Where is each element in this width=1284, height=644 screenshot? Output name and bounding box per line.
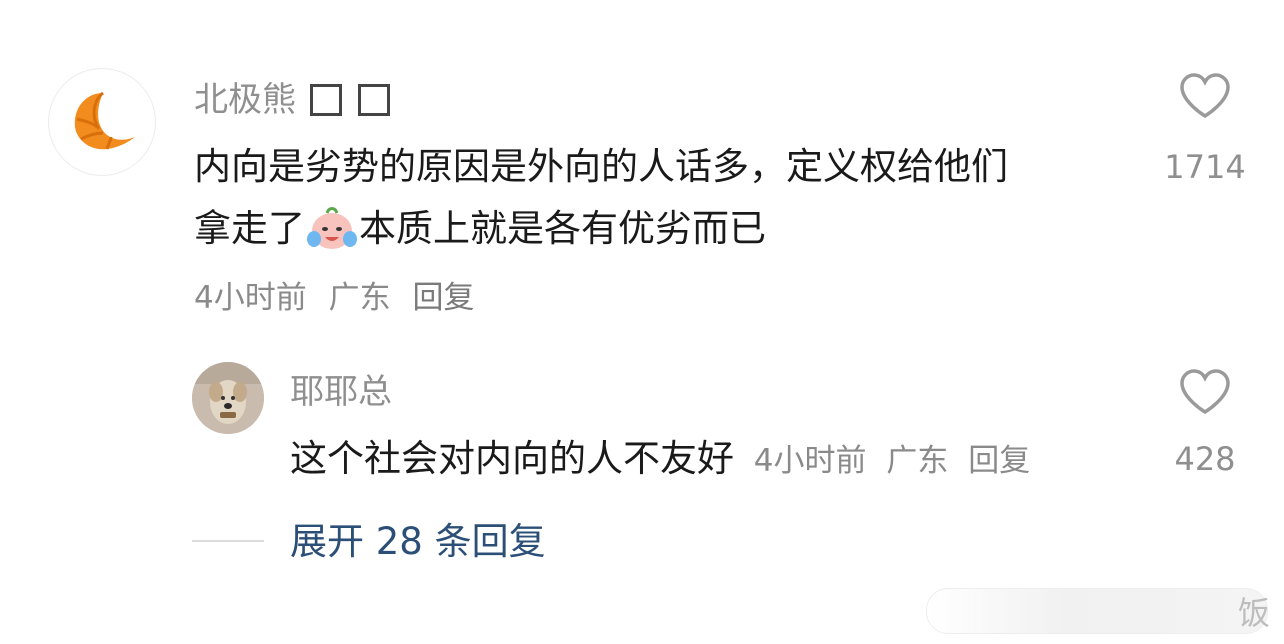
- like-count: 1714: [1164, 148, 1246, 186]
- like-button[interactable]: 1714: [1150, 72, 1260, 186]
- comment-location: 广东: [328, 280, 391, 316]
- comment-line: 内向是劣势的原因是外向的人话多，定义权给他们: [194, 145, 1008, 188]
- reply-location: 广东: [886, 443, 949, 479]
- reply-button[interactable]: 回复: [412, 280, 474, 316]
- comment-line: 拿走了 本质上就是各有优劣而已: [194, 198, 1154, 260]
- comment-meta: 4小时前 广东 回复: [194, 276, 486, 320]
- comment-time: 4小时前: [194, 280, 307, 316]
- crying-face-emoji-icon: [307, 207, 357, 249]
- badge-icon: [358, 84, 390, 116]
- reply-like-button[interactable]: 428: [1150, 368, 1260, 478]
- dog-photo-icon: [192, 362, 264, 434]
- reply-body: 这个社会对内向的人不友好 4小时前 广东 回复: [290, 432, 1040, 488]
- comment-username[interactable]: 北极熊: [194, 76, 390, 124]
- croissant-icon: [74, 91, 135, 150]
- watermark-text: 饭: [1237, 594, 1270, 632]
- reply-text: 这个社会对内向的人不友好: [290, 437, 734, 480]
- username-text[interactable]: 北极熊: [194, 76, 296, 124]
- badge-icon: [310, 84, 342, 116]
- reply-avatar[interactable]: [192, 362, 264, 434]
- reply-meta: 4小时前 广东 回复: [754, 443, 1040, 479]
- avatar[interactable]: [48, 68, 156, 176]
- reply-like-count: 428: [1174, 440, 1236, 478]
- expand-replies-link[interactable]: 展开 28 条回复: [290, 518, 546, 566]
- reply-time: 4小时前: [753, 443, 867, 479]
- heart-icon[interactable]: [1178, 368, 1232, 416]
- heart-icon[interactable]: [1178, 72, 1232, 120]
- watermark-pill: [925, 588, 1268, 634]
- watermark: 饭: [925, 588, 1270, 634]
- reply-username[interactable]: 耶耶总: [290, 368, 392, 416]
- divider: [192, 540, 264, 542]
- comment-body: 内向是劣势的原因是外向的人话多，定义权给他们 拿走了 本质上就是各有优劣而已: [194, 136, 1154, 260]
- reply-reply-button[interactable]: 回复: [968, 443, 1030, 479]
